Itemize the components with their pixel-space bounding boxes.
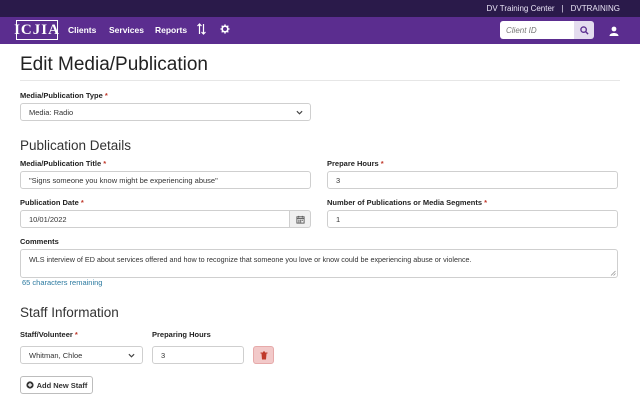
calendar-icon: [295, 215, 305, 224]
chevron-down-icon: [128, 353, 135, 358]
plus-circle-icon: [25, 381, 34, 389]
segments-count-label: Number of Publications or Media Segments…: [327, 198, 488, 207]
trash-icon: [260, 351, 267, 359]
search-button[interactable]: [574, 21, 594, 39]
top-strip: DV Training Center | DVTRAINING: [0, 0, 640, 17]
search-icon: [579, 25, 589, 35]
publication-date-label: Publication Date *: [20, 198, 84, 207]
gear-icon[interactable]: [220, 23, 230, 38]
user-icon[interactable]: [609, 23, 619, 41]
nav-services[interactable]: Services: [109, 25, 144, 35]
org-info: DV Training Center | DVTRAINING: [487, 4, 620, 13]
prepare-hours-label: Prepare Hours *: [327, 159, 384, 168]
comments-label: Comments: [20, 237, 59, 246]
calendar-button[interactable]: [290, 210, 311, 228]
page-title: Edit Media/Publication: [20, 54, 208, 75]
title-divider: [20, 80, 620, 81]
sort-arrows-icon[interactable]: [197, 23, 206, 38]
staff-volunteer-select[interactable]: Whitman, Chloe: [20, 346, 143, 364]
chevron-down-icon: [296, 110, 303, 115]
main-navbar: ICJIA Clients Services Reports: [0, 17, 640, 44]
publication-date-field[interactable]: 10/01/2022: [20, 210, 290, 228]
preparing-hours-field[interactable]: 3: [152, 346, 244, 364]
preparing-hours-label: Preparing Hours: [152, 330, 211, 339]
prepare-hours-field[interactable]: 3: [327, 171, 618, 189]
characters-remaining: 65 characters remaining: [22, 278, 103, 287]
nav-clients[interactable]: Clients: [68, 25, 96, 35]
publication-details-heading: Publication Details: [20, 138, 132, 153]
title-label: Media/Publication Title *: [20, 159, 107, 168]
publication-title-field[interactable]: "Signs someone you know might be experie…: [20, 171, 311, 189]
nav-reports[interactable]: Reports: [155, 25, 187, 35]
account-name: DVTRAINING: [570, 4, 620, 13]
comments-textarea[interactable]: WLS interview of ED about services offer…: [20, 249, 618, 278]
resize-handle-icon[interactable]: [610, 270, 616, 276]
center-name: DV Training Center: [486, 4, 555, 13]
staff-volunteer-label: Staff/Volunteer *: [20, 330, 78, 339]
add-new-staff-button[interactable]: Add New Staff: [20, 376, 93, 394]
org-separator: |: [561, 4, 564, 13]
type-label: Media/Publication Type *: [20, 91, 108, 100]
media-type-select[interactable]: Media: Radio: [20, 103, 311, 121]
logo[interactable]: ICJIA: [14, 20, 59, 40]
client-id-search-input[interactable]: [500, 21, 574, 39]
delete-staff-button[interactable]: [253, 346, 274, 364]
segments-count-field[interactable]: 1: [327, 210, 618, 228]
staff-information-heading: Staff Information: [20, 305, 119, 320]
